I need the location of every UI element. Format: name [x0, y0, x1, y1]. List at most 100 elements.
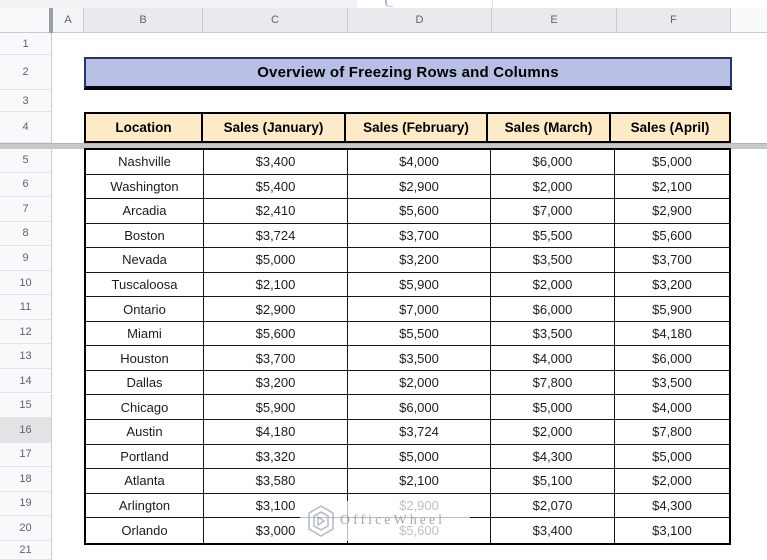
row-header-16[interactable]: 16 — [0, 418, 52, 443]
sales-cell[interactable]: $5,900 — [204, 395, 348, 420]
location-cell[interactable]: Nevada — [86, 248, 204, 272]
sales-cell[interactable]: $5,400 — [204, 174, 348, 199]
sales-cell[interactable]: $2,000 — [491, 420, 615, 444]
row-header-3[interactable]: 3 — [0, 90, 52, 112]
sales-cell[interactable]: $3,724 — [204, 223, 348, 248]
sales-cell[interactable]: $3,400 — [204, 150, 348, 174]
sales-cell[interactable]: $2,000 — [348, 370, 491, 395]
location-cell[interactable]: Boston — [86, 223, 204, 248]
sales-cell[interactable]: $3,100 — [204, 493, 348, 518]
table-header-cell[interactable]: Sales (January) — [203, 114, 346, 141]
row-header-1[interactable]: 1 — [0, 33, 52, 55]
select-all-corner[interactable] — [0, 8, 52, 33]
location-cell[interactable]: Miami — [86, 321, 204, 346]
row-header-2[interactable]: 2 — [0, 55, 52, 90]
sales-cell[interactable]: $6,000 — [348, 395, 491, 420]
row-header-20[interactable]: 20 — [0, 516, 52, 541]
column-header-F[interactable]: F — [617, 8, 731, 33]
sales-cell[interactable]: $2,000 — [491, 174, 615, 199]
sales-cell[interactable]: $4,000 — [615, 395, 729, 420]
sales-cell[interactable]: $5,600 — [348, 199, 491, 223]
column-header-D[interactable]: D — [348, 8, 492, 33]
sales-cell[interactable]: $3,700 — [204, 346, 348, 370]
table-header-cell[interactable]: Location — [86, 114, 203, 141]
row-header-18[interactable]: 18 — [0, 467, 52, 492]
column-header-E[interactable]: E — [492, 8, 617, 33]
row-header-7[interactable]: 7 — [0, 197, 52, 222]
row-header-5[interactable]: 5 — [0, 148, 52, 173]
sales-cell[interactable]: $3,200 — [204, 370, 348, 395]
sales-cell[interactable]: $3,320 — [204, 444, 348, 469]
location-cell[interactable]: Nashville — [86, 150, 204, 174]
sales-cell[interactable]: $3,700 — [615, 248, 729, 272]
row-header-10[interactable]: 10 — [0, 270, 52, 296]
sales-cell[interactable]: $2,900 — [204, 297, 348, 321]
sales-cell[interactable]: $3,700 — [348, 223, 491, 248]
sales-cell[interactable]: $5,000 — [348, 444, 491, 469]
sales-cell[interactable]: $2,070 — [491, 493, 615, 518]
row-header-17[interactable]: 17 — [0, 442, 52, 468]
sales-cell[interactable]: $6,000 — [491, 150, 615, 174]
sales-cell[interactable]: $2,100 — [348, 469, 491, 493]
sales-cell[interactable]: $5,000 — [615, 444, 729, 469]
row-header-21[interactable]: 21 — [0, 540, 52, 560]
column-header-A[interactable]: A — [53, 8, 84, 33]
row-header-4[interactable]: 4 — [0, 112, 52, 143]
row-header-8[interactable]: 8 — [0, 221, 52, 247]
location-cell[interactable]: Arcadia — [86, 199, 204, 223]
sales-cell[interactable]: $5,100 — [491, 469, 615, 493]
sales-cell[interactable]: $5,900 — [615, 297, 729, 321]
sales-cell[interactable]: $2,900 — [615, 199, 729, 223]
column-header-C[interactable]: C — [203, 8, 348, 33]
location-cell[interactable]: Portland — [86, 444, 204, 469]
location-cell[interactable]: Atlanta — [86, 469, 204, 493]
column-header-B[interactable]: B — [84, 8, 203, 33]
title-merged-cell[interactable]: Overview of Freezing Rows and Columns — [84, 57, 732, 90]
sales-cell[interactable]: $2,100 — [615, 174, 729, 199]
sales-cell[interactable]: $2,000 — [615, 469, 729, 493]
sales-cell[interactable]: $3,200 — [348, 248, 491, 272]
row-header-9[interactable]: 9 — [0, 246, 52, 271]
row-header-12[interactable]: 12 — [0, 319, 52, 345]
sales-cell[interactable]: $5,500 — [491, 223, 615, 248]
sales-cell[interactable]: $7,000 — [491, 199, 615, 223]
sales-cell[interactable]: $3,724 — [348, 420, 491, 444]
sales-cell[interactable]: $5,000 — [615, 150, 729, 174]
row-header-13[interactable]: 13 — [0, 344, 52, 369]
location-cell[interactable]: Orlando — [86, 518, 204, 543]
sales-cell[interactable]: $7,800 — [615, 420, 729, 444]
sales-cell[interactable]: $3,000 — [204, 518, 348, 543]
location-cell[interactable]: Arlington — [86, 493, 204, 518]
table-header-cell[interactable]: Sales (March) — [488, 114, 611, 141]
sales-cell[interactable]: $5,600 — [615, 223, 729, 248]
sales-cell[interactable]: $3,500 — [348, 346, 491, 370]
table-header-cell[interactable]: Sales (April) — [611, 114, 729, 141]
sales-cell[interactable]: $3,500 — [491, 248, 615, 272]
sales-cell[interactable]: $3,400 — [491, 518, 615, 543]
location-cell[interactable]: Austin — [86, 420, 204, 444]
sales-cell[interactable]: $6,000 — [615, 346, 729, 370]
row-header-6[interactable]: 6 — [0, 172, 52, 198]
sales-cell[interactable]: $3,580 — [204, 469, 348, 493]
sales-cell[interactable]: $2,900 — [348, 493, 491, 518]
sales-cell[interactable]: $4,180 — [204, 420, 348, 444]
sales-cell[interactable]: $3,500 — [491, 321, 615, 346]
sales-cell[interactable]: $2,900 — [348, 174, 491, 199]
sales-cell[interactable]: $4,300 — [491, 444, 615, 469]
location-cell[interactable]: Houston — [86, 346, 204, 370]
location-cell[interactable]: Tuscaloosa — [86, 272, 204, 297]
table-header-cell[interactable]: Sales (February) — [346, 114, 488, 141]
row-header-19[interactable]: 19 — [0, 491, 52, 517]
row-header-14[interactable]: 14 — [0, 368, 52, 394]
sales-cell[interactable]: $2,410 — [204, 199, 348, 223]
sales-cell[interactable]: $3,200 — [615, 272, 729, 297]
sales-cell[interactable]: $5,600 — [204, 321, 348, 346]
sales-cell[interactable]: $4,300 — [615, 493, 729, 518]
sales-cell[interactable]: $4,180 — [615, 321, 729, 346]
sales-cell[interactable]: $3,500 — [615, 370, 729, 395]
sales-cell[interactable]: $4,000 — [348, 150, 491, 174]
location-cell[interactable]: Chicago — [86, 395, 204, 420]
location-cell[interactable]: Ontario — [86, 297, 204, 321]
sales-cell[interactable]: $7,800 — [491, 370, 615, 395]
row-header-15[interactable]: 15 — [0, 393, 52, 419]
